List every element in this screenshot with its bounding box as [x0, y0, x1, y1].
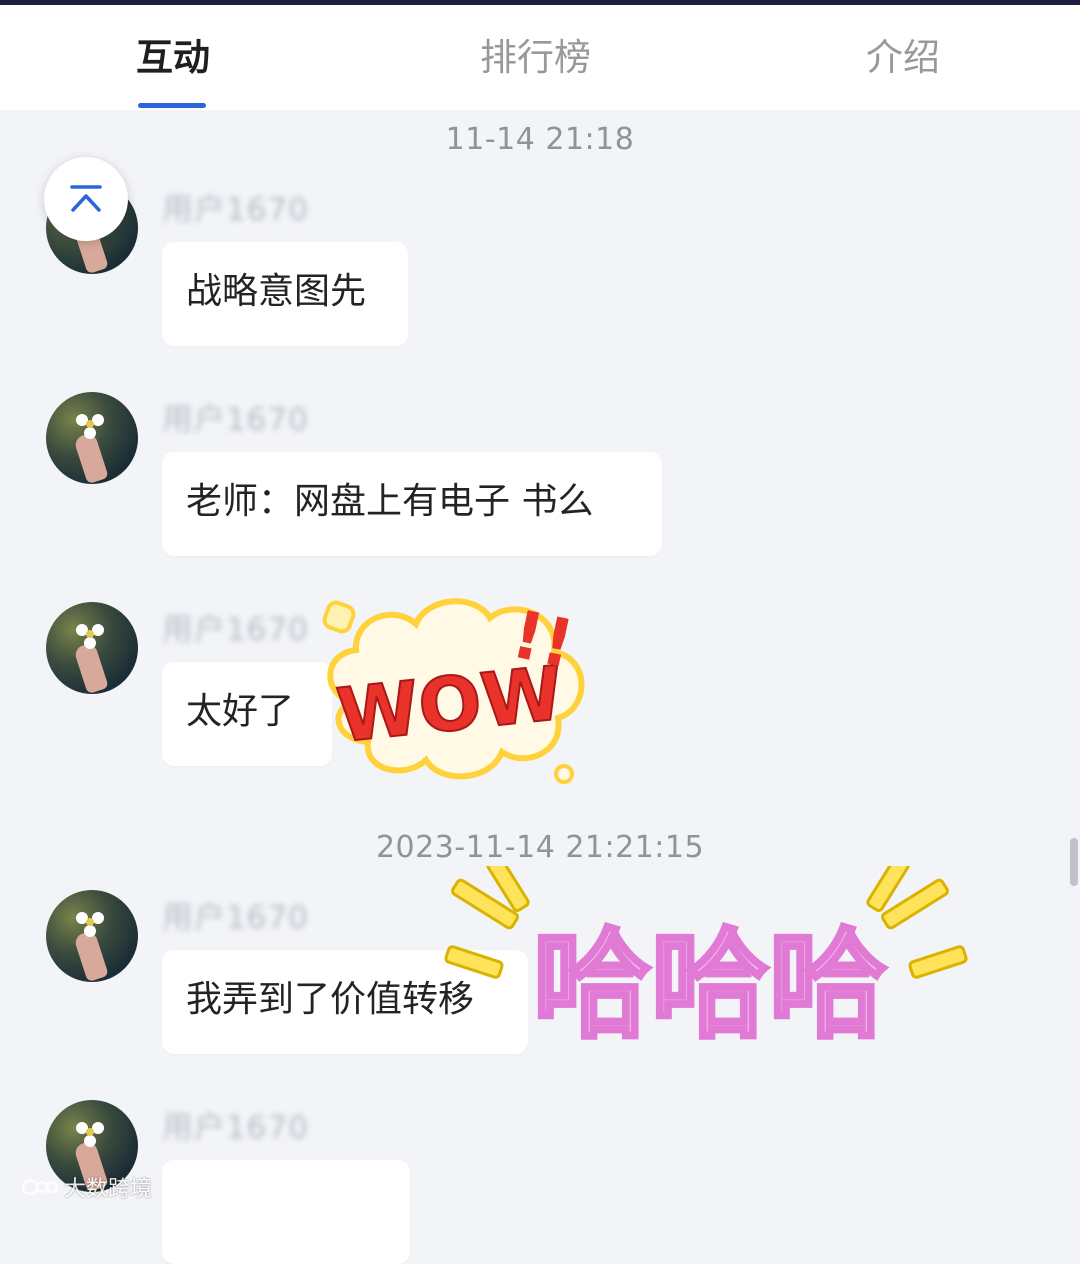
timestamp: 11-14 21:18: [445, 122, 635, 157]
scrollbar-thumb[interactable]: [1070, 838, 1078, 886]
message-text: 我弄到了价值转移: [186, 979, 475, 1020]
message-bubble[interactable]: [162, 1160, 410, 1264]
message-bubble[interactable]: 战略意图先: [162, 242, 408, 346]
message-text: 太好了: [186, 691, 295, 732]
message-bubble[interactable]: 老师：网盘上有电子 书么: [162, 452, 662, 556]
scroll-to-top-button[interactable]: [44, 157, 128, 241]
haha-sticker: 哈哈哈: [444, 866, 968, 1056]
username: 用户1670: [162, 192, 309, 228]
watermark-text: 大数跨境: [64, 1177, 153, 1202]
tab-introduction[interactable]: 介绍: [866, 35, 940, 81]
tab-leaderboard[interactable]: 排行榜: [480, 35, 591, 81]
tab-bar: 互动 排行榜 介绍: [0, 5, 1080, 110]
watermark: 大数跨境: [22, 1171, 152, 1203]
username: 用户1670: [162, 402, 309, 438]
wow-sticker: WOW !!: [322, 596, 585, 784]
message-text: 老师：网盘上有电子 书么: [186, 481, 594, 522]
timestamp: 2023-11-14 21:21:15: [375, 830, 705, 865]
avatar[interactable]: [46, 602, 138, 694]
username: 用户1670: [162, 900, 309, 936]
username: 用户1670: [162, 1110, 309, 1146]
chevron-up-icon: [70, 185, 102, 212]
chat-feed[interactable]: 11-14 21:18 用户1670 战略意图先 用户1670 老师：网盘上有电…: [0, 110, 1080, 1264]
watermark-logo-icon: [22, 1178, 58, 1196]
haha-text: 哈哈哈: [533, 916, 887, 1054]
message-bubble[interactable]: 太好了: [162, 662, 332, 766]
tab-interaction[interactable]: 互动: [136, 35, 210, 81]
avatar[interactable]: [46, 392, 138, 484]
username: 用户1670: [162, 612, 309, 648]
avatar[interactable]: [46, 890, 138, 982]
message-text: 战略意图先: [186, 271, 367, 312]
active-tab-indicator: [138, 103, 206, 108]
